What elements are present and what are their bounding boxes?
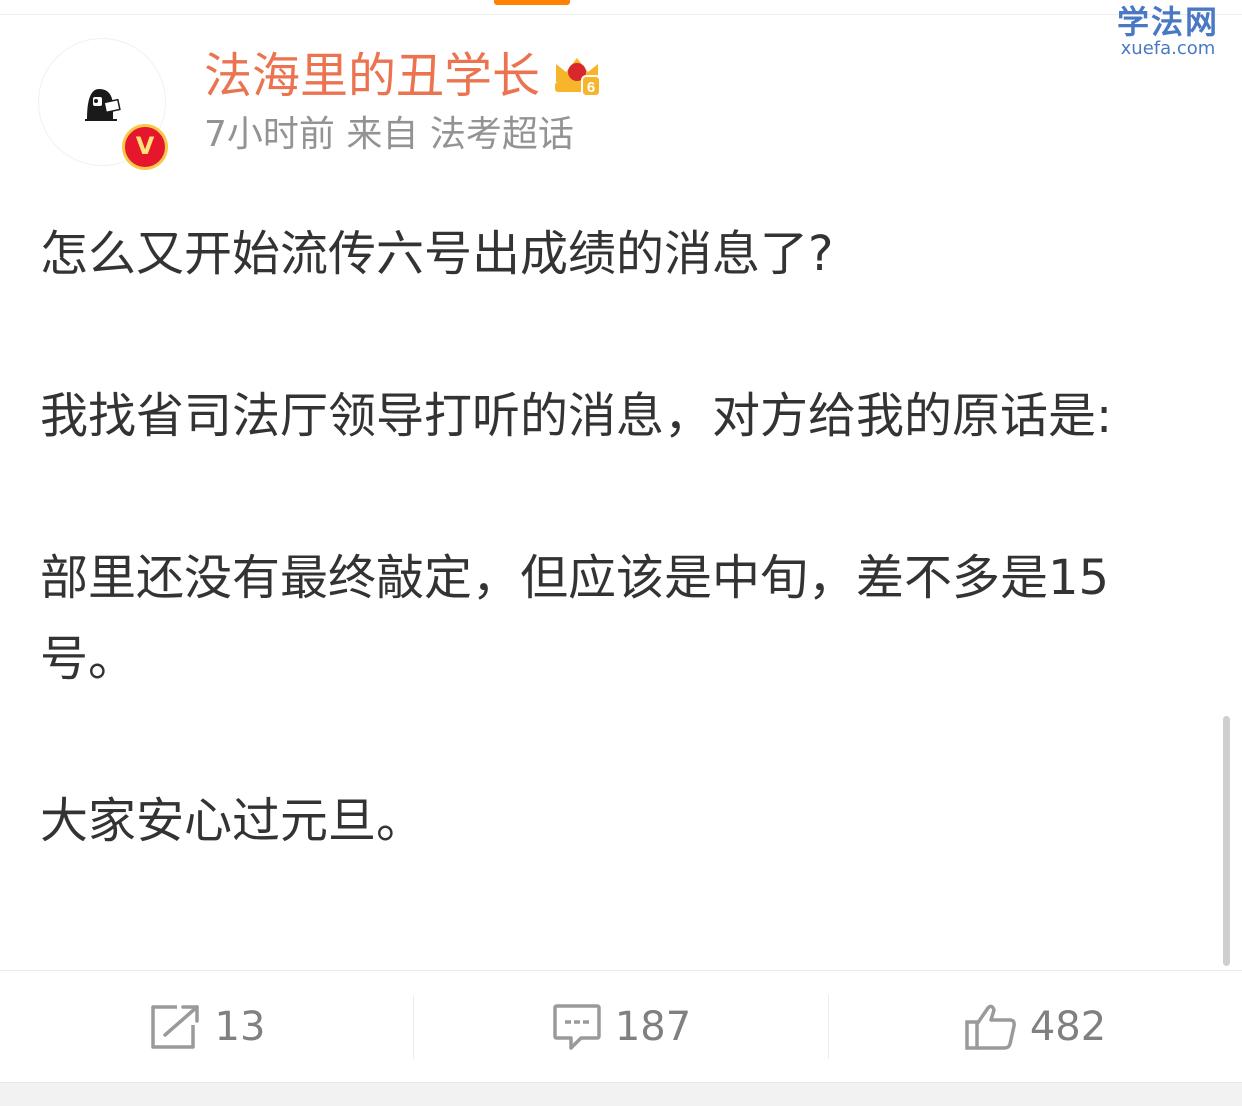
scrollbar[interactable] <box>1223 716 1230 966</box>
vip-level: 6 <box>587 79 595 96</box>
repost-button[interactable]: 13 <box>0 971 414 1083</box>
verified-badge-icon: V <box>122 124 168 170</box>
watermark-en: xuefa.com <box>1120 38 1216 59</box>
comment-button[interactable]: 187 <box>414 971 828 1083</box>
action-bar: 13 187 482 <box>0 970 1242 1083</box>
post-content: 怎么又开始流传六号出成绩的消息了? 我找省司法厅领导打听的消息，对方给我的原话是… <box>40 214 1190 862</box>
repost-count: 13 <box>214 1004 266 1050</box>
like-button[interactable]: 482 <box>828 971 1242 1083</box>
post-paragraph-3: 部里还没有最终敲定，但应该是中旬，差不多是15号。 <box>40 550 1110 687</box>
post-meta: 7小时前 来自 法考超话 <box>204 112 574 158</box>
watermark-logo: 学法网 xuefa.com <box>1108 6 1228 58</box>
active-tab-indicator <box>494 0 570 5</box>
like-count: 482 <box>1029 1004 1107 1050</box>
username[interactable]: 法海里的丑学长 <box>204 46 540 106</box>
comment-count: 187 <box>614 1004 692 1050</box>
post-paragraph-1: 怎么又开始流传六号出成绩的消息了? <box>40 226 834 282</box>
post-paragraph-2: 我找省司法厅领导打听的消息，对方给我的原话是: <box>40 388 1113 444</box>
post-source-link[interactable]: 法考超话 <box>430 114 574 155</box>
repost-icon <box>150 1005 199 1049</box>
top-divider <box>0 14 1242 15</box>
watermark-cn: 学法网 <box>1116 3 1219 41</box>
from-label: 来自 <box>346 114 419 155</box>
post-paragraph-4: 大家安心过元旦。 <box>40 793 425 849</box>
comment-icon <box>553 1004 601 1050</box>
post-time: 7小时前 <box>204 114 335 155</box>
vip-crown-icon[interactable]: 6 <box>552 50 602 100</box>
bottom-strip <box>0 1082 1242 1106</box>
thumbs-up-icon <box>965 1004 1016 1050</box>
